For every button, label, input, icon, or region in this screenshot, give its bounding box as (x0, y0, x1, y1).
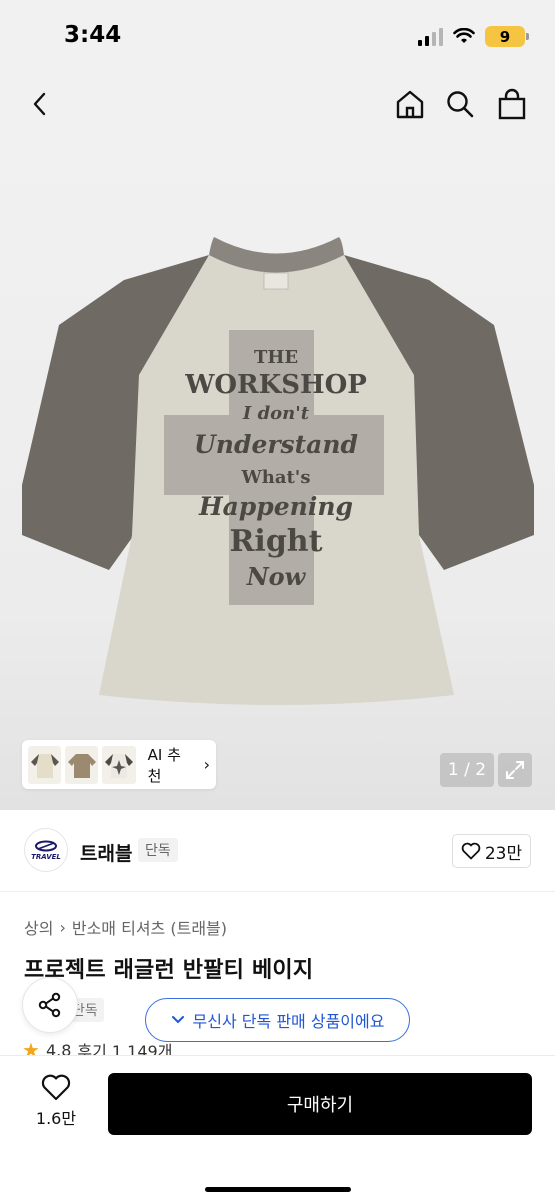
shopping-bag-icon (498, 88, 526, 120)
recommend-thumb-2 (65, 745, 99, 784)
search-icon (447, 91, 474, 118)
home-icon (396, 90, 424, 119)
status-icons: 9 (418, 26, 529, 47)
heart-icon (41, 1074, 71, 1101)
chevron-right-icon: › (203, 755, 210, 774)
shirt-print-line: Now (246, 562, 307, 591)
breadcrumb-item[interactable]: 반소매 티셔츠 (트래블) (72, 915, 227, 939)
wifi-icon (453, 28, 475, 43)
chevron-left-icon (33, 92, 46, 116)
product-title: 프로젝트 래글런 반팔티 베이지 (24, 958, 314, 983)
ai-recommend-label: AI 추천 (147, 745, 181, 785)
brand-row: TRAVEL 트래블 단독 23만 (0, 810, 555, 892)
shirt-print-line: Happening (198, 492, 353, 521)
chevron-down-icon (171, 1016, 184, 1024)
product-image: THE WORKSHOP I don't Understand What's H… (22, 237, 534, 705)
musinsa-exclusive-badge[interactable]: 무신사 단독 판매 상품이에요 (145, 998, 410, 1042)
brand-name[interactable]: 트래블 (80, 839, 132, 866)
shirt-print-line: I don't (242, 403, 310, 424)
home-indicator (205, 1187, 351, 1192)
shirt-print-line: Right (230, 524, 323, 559)
cellular-signal-icon (418, 27, 443, 46)
wishlist-count: 1.6만 (35, 1109, 77, 1128)
recommend-thumb-1 (28, 745, 62, 784)
expand-icon (506, 761, 524, 779)
search-button[interactable] (440, 84, 480, 124)
back-button[interactable] (20, 84, 60, 124)
home-button[interactable] (390, 84, 430, 124)
recommend-thumb-3 (102, 745, 136, 784)
shirt-print-line: WORKSHOP (184, 370, 367, 400)
expand-image-button[interactable] (498, 753, 532, 787)
battery-indicator: 9 (485, 26, 529, 47)
shirt-print-line: THE (254, 347, 298, 368)
breadcrumb: 상의 › 반소매 티셔츠 (트래블) (24, 915, 227, 939)
wishlist-button[interactable]: 1.6만 (26, 1074, 86, 1129)
shirt-print-line: Understand (194, 430, 358, 459)
shirt-print-line: What's (241, 467, 311, 488)
brand-like-button[interactable]: 23만 (452, 834, 531, 868)
share-button[interactable] (22, 977, 78, 1033)
bottom-action-bar: 1.6만 구매하기 (0, 1055, 555, 1200)
buy-button[interactable]: 구매하기 (108, 1073, 532, 1135)
brand-exclusive-tag: 단독 (138, 838, 178, 862)
musinsa-exclusive-text: 무신사 단독 판매 상품이에요 (192, 1012, 385, 1031)
status-bar: 3:44 9 (0, 0, 555, 70)
image-counter: 1 / 2 (440, 753, 494, 787)
brand-logo[interactable]: TRAVEL (24, 828, 68, 872)
brand-like-count: 23만 (484, 843, 523, 864)
travel-logo-icon (35, 840, 57, 851)
breadcrumb-item[interactable]: 상의 (24, 915, 53, 939)
ai-recommend-button[interactable]: AI 추천 › (22, 740, 216, 789)
heart-icon (461, 842, 481, 860)
top-nav (0, 70, 555, 140)
share-icon (38, 992, 61, 1018)
status-time: 3:44 (64, 22, 122, 48)
product-image-gallery[interactable]: THE WORKSHOP I don't Understand What's H… (0, 140, 555, 810)
brand-logo-text: TRAVEL (31, 852, 61, 861)
chevron-right-icon: › (59, 917, 66, 937)
cart-button[interactable] (492, 84, 532, 124)
